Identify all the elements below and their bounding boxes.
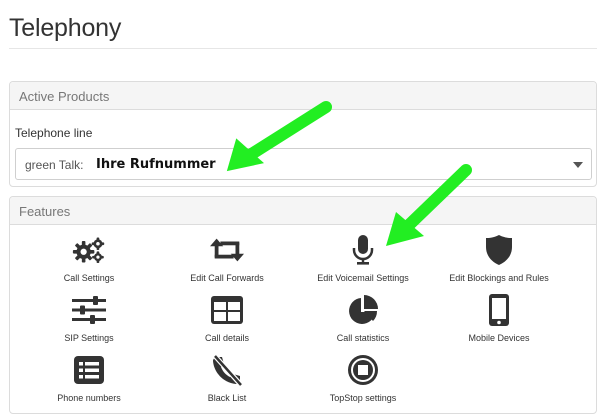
shield-icon — [482, 234, 516, 266]
feature-edit-voicemail-settings[interactable]: Edit Voicemail Settings — [298, 234, 428, 290]
select-value: Ihre Rufnummer — [96, 157, 216, 172]
caret-down-icon[interactable] — [573, 162, 583, 168]
feature-label: TopStop settings — [329, 393, 397, 403]
feature-sip-settings[interactable]: SIP Settings — [24, 294, 154, 350]
mobile-icon — [482, 294, 516, 326]
feature-label: Edit Blockings and Rules — [449, 273, 549, 283]
table-icon — [210, 294, 244, 326]
feature-call-details[interactable]: Call details — [162, 294, 292, 350]
sliders-icon — [72, 294, 106, 326]
feature-edit-blockings-and-rules[interactable]: Edit Blockings and Rules — [434, 234, 564, 290]
feature-label: Phone numbers — [57, 393, 121, 403]
telephone-line-select[interactable]: green Talk: Ihre Rufnummer — [15, 148, 592, 180]
active-products-heading: Active Products — [10, 82, 596, 110]
feature-label: Call statistics — [336, 333, 390, 343]
features-heading: Features — [10, 197, 596, 225]
feature-call-statistics[interactable]: Call statistics — [298, 294, 428, 350]
feature-phone-numbers[interactable]: Phone numbers — [24, 354, 154, 410]
stop-circle-icon — [346, 354, 380, 386]
feature-call-settings[interactable]: Call Settings — [24, 234, 154, 290]
feature-label: SIP Settings — [64, 333, 114, 343]
feature-label: Black List — [207, 393, 247, 403]
page-title: Telephony — [9, 14, 122, 42]
retweet-icon — [210, 234, 244, 266]
telephone-line-label: Telephone line — [15, 126, 93, 140]
feature-label: Edit Call Forwards — [190, 273, 264, 283]
phone-slash-icon — [210, 354, 244, 386]
title-divider — [9, 48, 597, 49]
feature-black-list[interactable]: Black List — [162, 354, 292, 410]
features-panel: Features Call Settings Edit Call Forward… — [9, 196, 597, 414]
list-icon — [72, 354, 106, 386]
feature-label: Call details — [204, 333, 250, 343]
feature-mobile-devices[interactable]: Mobile Devices — [434, 294, 564, 350]
microphone-icon — [346, 234, 380, 266]
feature-edit-call-forwards[interactable]: Edit Call Forwards — [162, 234, 292, 290]
feature-label: Edit Voicemail Settings — [317, 273, 409, 283]
gears-icon — [72, 234, 106, 266]
feature-label: Call Settings — [63, 273, 115, 283]
feature-label: Mobile Devices — [468, 333, 530, 343]
active-products-panel: Active Products Telephone line green Tal… — [9, 81, 597, 187]
select-prefix: green Talk: — [25, 158, 84, 172]
feature-topstop-settings[interactable]: TopStop settings — [298, 354, 428, 410]
pie-chart-icon — [346, 294, 380, 326]
